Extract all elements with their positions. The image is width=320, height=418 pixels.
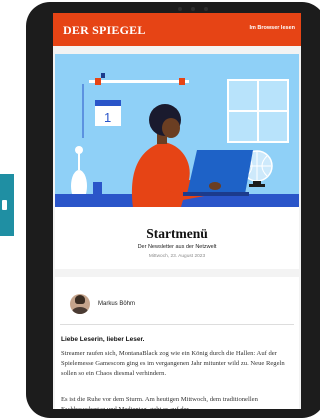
divider [60,324,294,325]
newsletter-screen: DER SPIEGEL Im Browser lesen 1 Startmenü… [53,13,301,409]
author-name[interactable]: Markus Böhm [98,301,135,307]
camera-bar [178,7,208,11]
author-avatar [70,294,90,314]
article-card: Markus Böhm Liebe Leserin, lieber Leser.… [55,277,299,409]
newsletter-date: Mittwoch, 23. August 2023 [148,254,206,259]
hero-card: 1 Startmenü Der Newsletter aus der Netzw… [55,54,299,269]
header-bar: DER SPIEGEL Im Browser lesen [53,13,301,46]
greeting-text: Liebe Leserin, lieber Leser. [61,336,145,343]
body-paragraph-1: Streamer raufen sich, MontanaBlack zog w… [61,350,285,377]
hero-illustration: 1 [55,54,299,207]
browser-read-link[interactable]: Im Browser lesen [249,25,295,31]
svg-text:1: 1 [104,110,111,125]
body-paragraph-2: Es ist die Ruhe vor dem Sturm. Am heutig… [61,396,258,409]
newsletter-subtitle: Der Newsletter aus der Netzwelt [137,244,217,250]
spiegel-logo[interactable]: DER SPIEGEL [63,23,146,38]
newsletter-title: Startmenü [146,226,208,241]
side-panel-tab[interactable] [0,174,14,236]
